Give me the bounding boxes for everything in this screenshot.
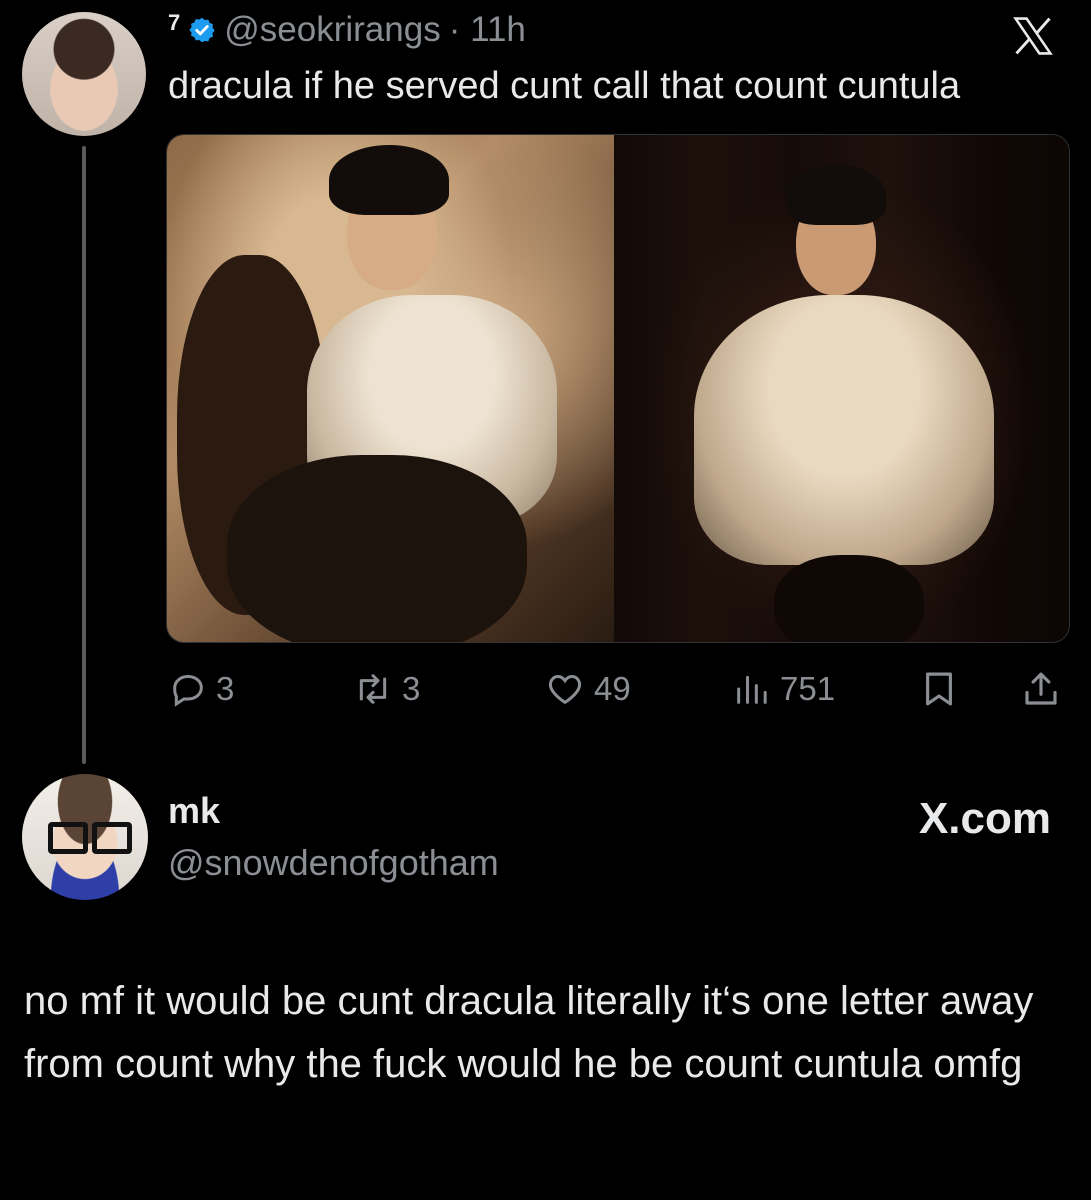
author-avatar[interactable] [22,12,146,136]
repost-count: 3 [402,670,421,707]
bookmark-button[interactable] [918,664,960,714]
tweet-media-grid[interactable] [166,134,1070,643]
views-icon [737,675,767,704]
share-button[interactable] [1020,664,1062,714]
brand-watermark: X.com [918,794,1051,843]
shirt-shape [694,295,994,565]
reply-icon [173,674,203,707]
lap-shadow-shape [227,455,527,642]
views-button[interactable]: 751 [732,664,835,714]
tweet-action-bar: 3 3 49 751 [168,664,1068,714]
tweet-timestamp[interactable]: · 11h [449,10,526,50]
reply-count: 3 [216,670,235,707]
reply-author-name[interactable]: mk [168,790,220,832]
tweet-text: dracula if he served cunt call that coun… [168,65,961,107]
reply-author-handle[interactable]: @snowdenofgotham [168,842,499,884]
author-handle[interactable]: @seokrirangs [224,10,440,50]
reply-text: no mf it would be cunt dracula literally… [24,979,1034,1086]
glasses-shape [92,822,132,854]
like-button[interactable]: 49 [544,664,631,714]
like-icon [548,674,582,705]
tweet-photo-right[interactable] [614,135,1069,642]
hair-shape [329,145,449,215]
bookmark-icon [926,672,952,706]
repost-button[interactable]: 3 [352,664,420,714]
x-logo-icon[interactable] [1011,14,1055,58]
thread-connector-line [82,146,86,764]
verified-badge-icon [189,17,215,43]
pants-shape [774,555,924,642]
tweet-header: 7 @seokrirangs · 11h [168,8,526,52]
author-name[interactable]: 7 [168,10,180,36]
share-icon [1025,672,1057,705]
reply-button[interactable]: 3 [168,664,234,714]
reply-author-avatar[interactable] [22,774,148,900]
repost-icon [359,674,387,704]
view-count: 751 [780,670,836,707]
hair-shape [786,165,886,225]
glasses-shape [48,822,88,854]
like-count: 49 [594,670,631,707]
tweet-photo-left[interactable] [167,135,614,642]
